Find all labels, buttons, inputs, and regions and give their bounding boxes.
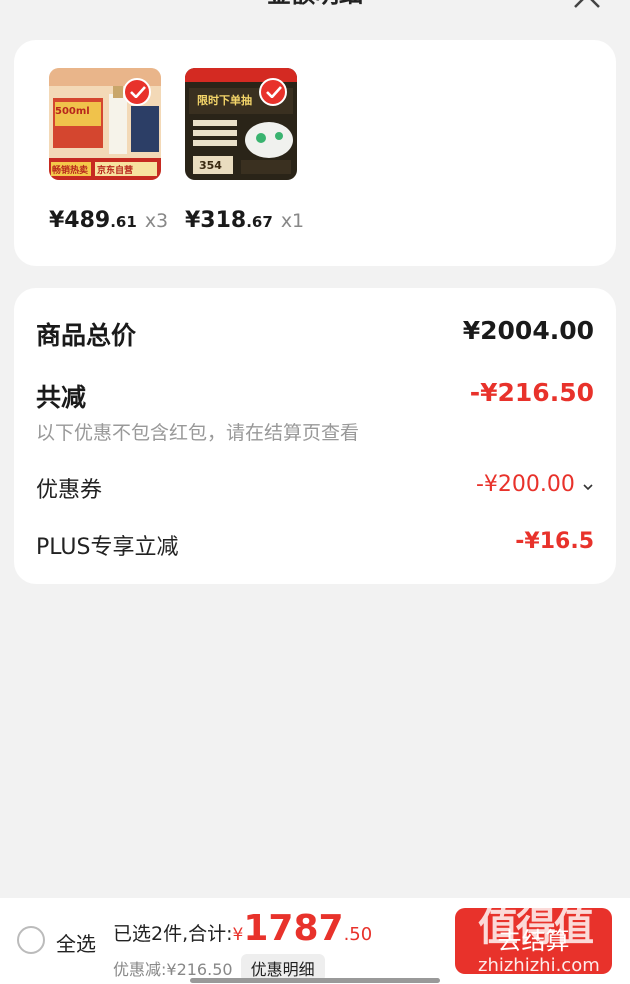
select-all-radio[interactable]: [17, 926, 45, 954]
product-item[interactable]: 500ml 畅销热卖 京东自营 ¥489.61 x3: [49, 68, 168, 233]
products-card: 500ml 畅销热卖 京东自营 ¥489.61 x3 限时下单抽 354 ¥31…: [14, 40, 616, 266]
reduce-row: 共减 -¥216.50: [36, 378, 594, 414]
product-price-decimal: .67: [246, 213, 273, 231]
product-image-text: 畅销热卖: [52, 166, 89, 176]
product-price-row: ¥489.61 x3: [49, 208, 168, 233]
product-quantity: x3: [144, 210, 169, 232]
coupon-row[interactable]: 优惠券 -¥200.00: [36, 472, 594, 504]
product-price: ¥318: [185, 208, 247, 233]
product-price-row: ¥318.67 x1: [185, 208, 304, 233]
selected-count-label: 已选2件,合计:: [113, 923, 233, 945]
home-indicator[interactable]: [190, 978, 440, 983]
product-image[interactable]: 500ml 畅销热卖 京东自营: [49, 68, 161, 180]
product-image-text: 500ml: [55, 106, 90, 117]
product-image-text: 354: [199, 159, 222, 172]
chevron-down-icon[interactable]: [582, 477, 594, 496]
product-image-text: 限时下单抽: [197, 94, 252, 107]
page-title: 金额明细: [267, 0, 363, 8]
currency-symbol: ¥: [232, 925, 244, 945]
header: 金额明细: [0, 0, 630, 14]
product-quantity: x1: [280, 210, 305, 232]
total-price-value: ¥2004.00: [462, 316, 594, 345]
sum-line: 已选2件,合计:¥1787.50: [113, 908, 372, 949]
total-amount-decimal: .50: [343, 924, 373, 945]
discount-note-row: 以下优惠不包含红包，请在结算页查看: [36, 418, 594, 445]
select-all-label[interactable]: 全选: [56, 928, 96, 957]
total-price-label: 商品总价: [36, 321, 137, 350]
checked-icon[interactable]: [123, 78, 151, 106]
checkout-button[interactable]: 去结算: [455, 908, 612, 974]
summary-card: 商品总价 ¥2004.00 共减 -¥216.50 以下优惠不包含红包，请在结算…: [14, 288, 616, 584]
product-image-text: 京东自营: [97, 166, 134, 176]
discount-amount: 优惠减:¥216.50: [113, 960, 233, 979]
checkout-bar: 全选 已选2件,合计:¥1787.50 优惠减:¥216.50 优惠明细 去结算: [0, 898, 630, 984]
product-image[interactable]: 限时下单抽 354: [185, 68, 297, 180]
coupon-value-wrap[interactable]: -¥200.00: [476, 472, 594, 497]
plus-discount-value: -¥16.5: [515, 529, 594, 554]
product-price-decimal: .61: [110, 213, 137, 231]
plus-discount-row: PLUS专享立减 -¥16.5: [36, 529, 594, 561]
close-icon[interactable]: [572, 0, 602, 10]
reduce-label: 共减: [36, 383, 87, 412]
checked-icon[interactable]: [259, 78, 287, 106]
coupon-label: 优惠券: [36, 478, 103, 503]
discount-note: 以下优惠不包含红包，请在结算页查看: [36, 422, 360, 444]
coupon-value: -¥200.00: [475, 472, 575, 497]
product-price: ¥489: [49, 208, 111, 233]
product-item[interactable]: 限时下单抽 354 ¥318.67 x1: [185, 68, 304, 233]
reduce-value: -¥216.50: [469, 378, 594, 407]
plus-discount-label: PLUS专享立减: [36, 535, 179, 560]
total-price-row: 商品总价 ¥2004.00: [36, 316, 594, 352]
total-amount: 1787: [243, 908, 344, 949]
